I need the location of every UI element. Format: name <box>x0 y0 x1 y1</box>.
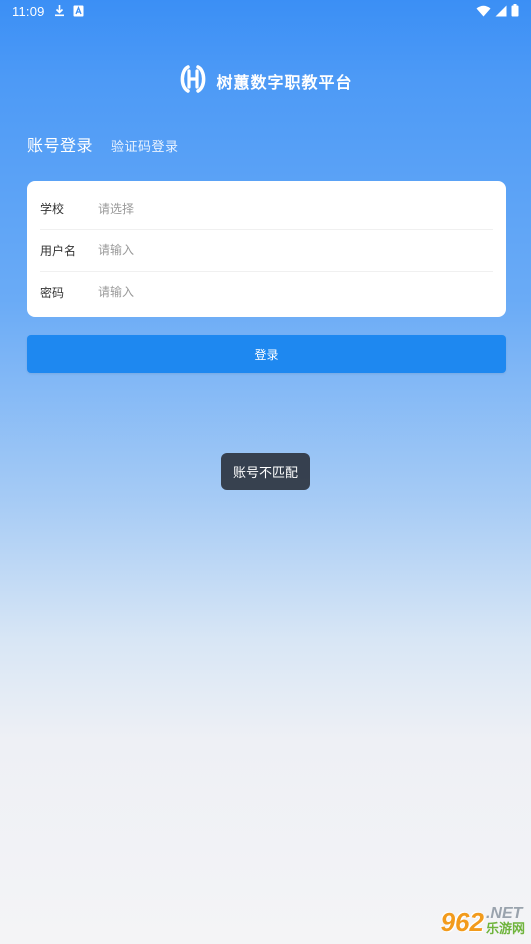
signal-icon <box>495 5 507 21</box>
username-label: 用户名 <box>40 243 77 258</box>
app-title: 树蕙数字职教平台 <box>216 73 353 92</box>
h-logo-icon <box>178 63 208 99</box>
error-toast: 账号不匹配 <box>221 453 310 490</box>
watermark-site: 乐游网 <box>485 922 525 937</box>
tab-code-login[interactable]: 验证码登录 <box>111 136 179 155</box>
school-select[interactable]: 请选择 <box>98 200 134 217</box>
watermark-right: .NET 乐游网 <box>486 906 525 938</box>
username-row: 用户名 <box>40 229 493 272</box>
password-row: 密码 <box>40 271 493 313</box>
username-input[interactable] <box>98 243 458 257</box>
status-left-icons <box>54 4 84 21</box>
watermark-net: .NET <box>485 905 523 922</box>
download-icon <box>54 4 65 21</box>
wifi-icon <box>476 5 491 21</box>
watermark-number: 962 <box>440 906 484 937</box>
battery-icon <box>511 4 519 21</box>
notification-a-icon <box>73 5 84 21</box>
login-tabs: 账号登录 验证码登录 <box>27 132 179 156</box>
watermark-logo: 962 .NET 乐游网 <box>441 906 525 938</box>
password-label: 密码 <box>40 285 65 300</box>
status-right-icons <box>476 4 519 21</box>
password-input[interactable] <box>98 285 458 299</box>
login-form-card: 学校 请选择 用户名 密码 <box>27 181 506 317</box>
school-row[interactable]: 学校 请选择 <box>40 187 493 230</box>
login-button[interactable]: 登录 <box>27 335 506 373</box>
school-label: 学校 <box>40 201 65 216</box>
status-time: 11:09 <box>12 4 45 19</box>
tab-account-login[interactable]: 账号登录 <box>27 132 93 156</box>
status-bar: 11:09 <box>0 0 531 24</box>
brand-header: 树蕙数字职教平台 <box>0 64 531 98</box>
